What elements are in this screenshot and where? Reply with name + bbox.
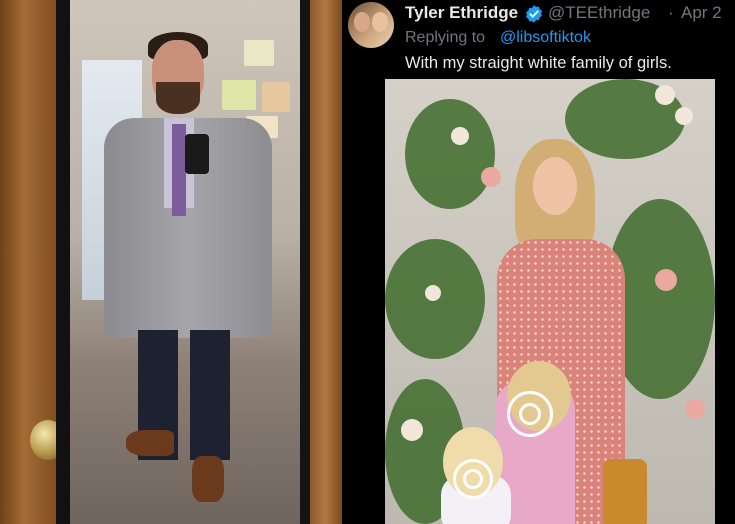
wall-drawing [244,40,274,66]
white-flower [451,127,469,145]
white-flower [675,107,693,125]
user-handle[interactable]: @TEEthridge [548,3,650,23]
face-blur-ring-inner [519,403,541,425]
separator-dot: · [668,3,674,22]
white-flower [655,85,675,105]
display-name[interactable]: Tyler Ethridge [405,3,518,23]
verified-badge-icon [526,5,542,23]
replying-to-handle-link[interactable]: @libsoftiktok [500,29,591,47]
pink-flower [655,269,677,291]
replying-to-label: Replying to [405,29,486,46]
tweet-date[interactable]: Apr 2 [681,3,722,23]
white-flower [425,285,441,301]
pink-flower [685,399,705,419]
tweet-media-photo[interactable] [385,79,715,524]
wall-drawing [222,80,256,110]
pink-flower [481,167,501,187]
avatar-face-2 [372,12,388,32]
mirror-selfie-photo [0,0,342,524]
avatar-face-1 [354,12,370,32]
purse [603,459,647,524]
wall-drawing [262,82,290,112]
man-beard [156,82,200,114]
tweet-text: With my straight white family of girls. [405,54,672,72]
mirror-frame-right [300,0,342,524]
man-shoe-right [192,456,224,502]
user-avatar[interactable] [348,2,394,48]
phone [185,134,209,174]
man-shoe-left [126,430,174,456]
face-blur-ring-inner [463,469,483,489]
foliage [405,99,495,209]
white-flower [401,419,423,441]
man-tie [172,124,186,216]
woman-face [533,157,577,215]
man-pants-right [190,330,230,460]
mirror-frame-left [56,0,70,524]
